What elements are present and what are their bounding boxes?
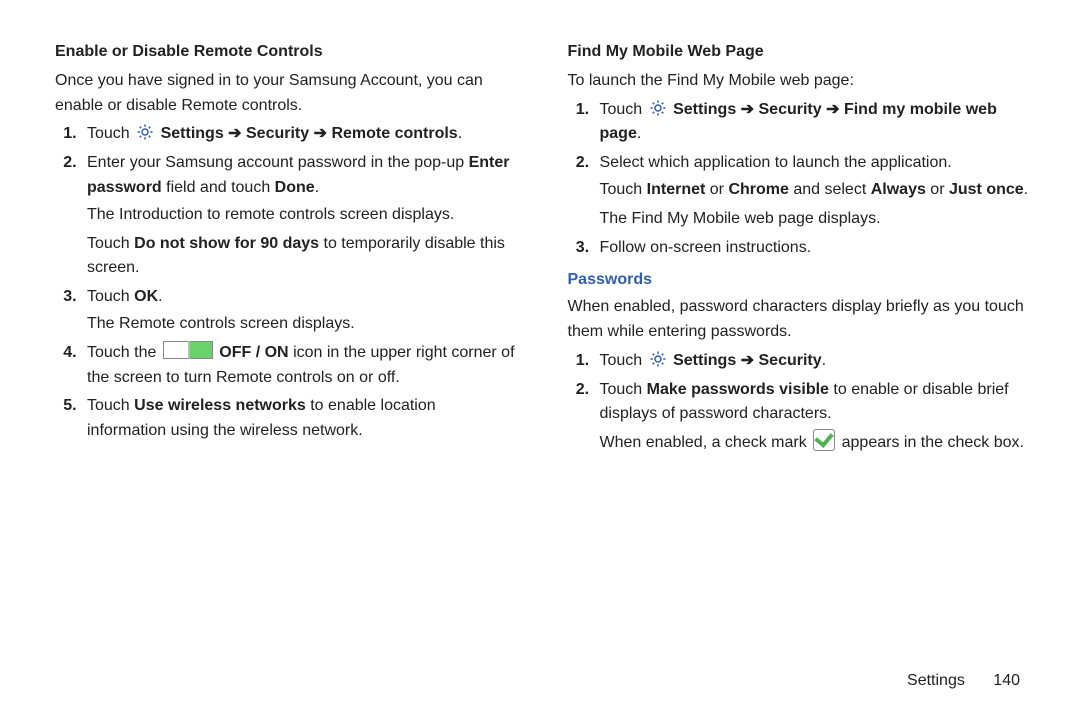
intro-paragraph: Once you have signed in to your Samsung … xyxy=(55,69,518,119)
button-name: OK xyxy=(134,288,158,305)
period: . xyxy=(158,288,162,305)
text: Touch xyxy=(87,397,134,414)
text: Enter your Samsung account password in t… xyxy=(87,154,469,171)
text: Touch xyxy=(87,235,134,252)
step-3: Touch OK. The Remote controls screen dis… xyxy=(81,285,518,337)
text: Touch xyxy=(600,181,647,198)
checkmark-icon xyxy=(813,429,835,451)
option-name: Make passwords visible xyxy=(647,381,829,398)
text: When enabled, a check mark xyxy=(600,434,812,451)
option-name: Just once xyxy=(949,181,1024,198)
text: or xyxy=(705,181,728,198)
continuation-text: Touch Internet or Chrome and select Alwa… xyxy=(600,178,1031,203)
toggle-label: OFF / ON xyxy=(219,344,288,361)
step-4: Touch the OFF / ON icon in the upper rig… xyxy=(81,341,518,391)
page-number: 140 xyxy=(993,672,1020,690)
text: Touch xyxy=(87,125,134,142)
period: . xyxy=(315,179,319,196)
button-name: Done xyxy=(275,179,315,196)
step-2: Enter your Samsung account password in t… xyxy=(81,151,518,281)
manual-page: Enable or Disable Remote Controls Once y… xyxy=(0,0,1080,720)
two-column-layout: Enable or Disable Remote Controls Once y… xyxy=(55,40,1030,662)
section-heading-remote-controls: Enable or Disable Remote Controls xyxy=(55,40,518,65)
intro-paragraph: To launch the Find My Mobile web page: xyxy=(568,69,1031,94)
text: Follow on-screen instructions. xyxy=(600,239,812,256)
option-name: Do not show for 90 days xyxy=(134,235,319,252)
text: Touch the xyxy=(87,344,161,361)
text: Touch xyxy=(87,288,134,305)
passwords-steps: Touch Settings ➔ Security. Touch Make pa… xyxy=(568,349,1031,456)
period: . xyxy=(458,125,462,142)
remote-controls-steps: Touch Settings ➔ Security ➔ Remote contr… xyxy=(55,122,518,444)
step-2: Select which application to launch the a… xyxy=(594,151,1031,231)
step-1: Touch Settings ➔ Security. xyxy=(594,349,1031,374)
option-name: Always xyxy=(871,181,926,198)
right-column: Find My Mobile Web Page To launch the Fi… xyxy=(568,40,1031,662)
app-name: Chrome xyxy=(728,181,788,198)
left-column: Enable or Disable Remote Controls Once y… xyxy=(55,40,518,662)
text: Touch xyxy=(600,381,647,398)
menu-path: Settings ➔ Security xyxy=(673,352,822,369)
toggle-off-on-icon xyxy=(163,341,213,359)
section-heading-find-my-mobile: Find My Mobile Web Page xyxy=(568,40,1031,65)
continuation-text: The Remote controls screen displays. xyxy=(87,312,518,337)
text: Touch xyxy=(600,101,647,118)
step-5: Touch Use wireless networks to enable lo… xyxy=(81,394,518,444)
continuation-text: When enabled, a check mark appears in th… xyxy=(600,429,1031,456)
step-1: Touch Settings ➔ Security ➔ Find my mobi… xyxy=(594,98,1031,148)
app-name: Internet xyxy=(647,181,706,198)
settings-icon xyxy=(649,99,667,117)
section-name: Settings xyxy=(907,672,965,689)
section-heading-passwords: Passwords xyxy=(568,268,1031,293)
continuation-text: The Introduction to remote controls scre… xyxy=(87,203,518,228)
text: Touch xyxy=(600,352,647,369)
page-footer: Settings 140 xyxy=(55,662,1030,690)
settings-icon xyxy=(136,123,154,141)
step-1: Touch Settings ➔ Security ➔ Remote contr… xyxy=(81,122,518,147)
text: appears in the check box. xyxy=(842,434,1024,451)
menu-path: Settings ➔ Security ➔ Remote controls xyxy=(161,125,458,142)
text: or xyxy=(926,181,949,198)
step-3: Follow on-screen instructions. xyxy=(594,236,1031,261)
continuation-text: Touch Do not show for 90 days to tempora… xyxy=(87,232,518,282)
text: and select xyxy=(789,181,871,198)
continuation-text: The Find My Mobile web page displays. xyxy=(600,207,1031,232)
text: Select which application to launch the a… xyxy=(600,154,952,171)
period: . xyxy=(822,352,826,369)
period: . xyxy=(1024,181,1028,198)
period: . xyxy=(637,125,641,142)
find-my-mobile-steps: Touch Settings ➔ Security ➔ Find my mobi… xyxy=(568,98,1031,261)
option-name: Use wireless networks xyxy=(134,397,306,414)
step-2: Touch Make passwords visible to enable o… xyxy=(594,378,1031,456)
settings-icon xyxy=(649,350,667,368)
text: field and touch xyxy=(162,179,275,196)
intro-paragraph: When enabled, password characters displa… xyxy=(568,295,1031,345)
